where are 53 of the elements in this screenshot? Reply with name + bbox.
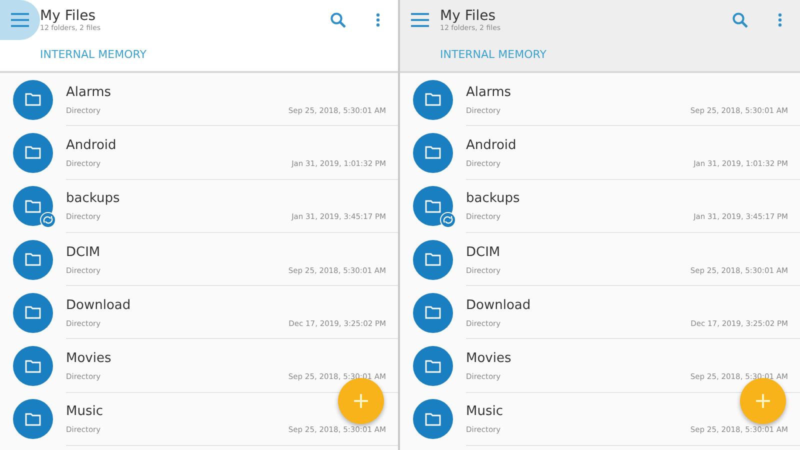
- folder-icon: [425, 253, 441, 266]
- folder-avatar[interactable]: [413, 292, 453, 333]
- folder-name[interactable]: Alarms: [466, 84, 512, 102]
- folder-name[interactable]: Download: [66, 296, 131, 315]
- app-title: My Files: [440, 8, 497, 24]
- folder-icon: [425, 93, 441, 106]
- folder-icon: [425, 412, 441, 426]
- folder-avatar[interactable]: [413, 240, 453, 280]
- folder-avatar[interactable]: [13, 80, 53, 120]
- folder-avatar[interactable]: [413, 186, 453, 226]
- more-icon: [376, 13, 380, 27]
- folder-name[interactable]: Alarms: [66, 84, 112, 102]
- folder-name[interactable]: Movies: [66, 350, 112, 368]
- folder-name[interactable]: Android: [66, 136, 116, 155]
- menu-button[interactable]: [0, 0, 40, 40]
- folder-avatar[interactable]: [413, 80, 453, 120]
- folder-icon: [25, 146, 41, 160]
- search-icon: [732, 12, 748, 28]
- folder-icon: [425, 200, 441, 213]
- folder-icon: [25, 93, 41, 106]
- folder-avatar[interactable]: [13, 240, 53, 280]
- menu-icon: [11, 13, 29, 27]
- plus-icon: [755, 393, 771, 409]
- more-icon: [778, 13, 782, 27]
- app-title: My Files: [40, 8, 97, 24]
- folder-avatar[interactable]: [413, 346, 453, 386]
- folder-avatar[interactable]: [413, 132, 453, 173]
- folder-icon: [425, 146, 441, 160]
- folder-name[interactable]: DCIM: [466, 244, 500, 262]
- folder-icon: [425, 360, 441, 373]
- folder-icon: [425, 306, 441, 320]
- folder-icon: [25, 306, 41, 320]
- folder-name[interactable]: Movies: [466, 350, 512, 368]
- folder-icon: [25, 412, 41, 426]
- search-icon: [330, 12, 346, 28]
- folder-name[interactable]: backups: [466, 190, 520, 208]
- folder-avatar[interactable]: [13, 399, 53, 440]
- folder-avatar[interactable]: [13, 132, 53, 173]
- folder-name[interactable]: DCIM: [66, 244, 100, 262]
- folder-icon: [25, 360, 41, 373]
- folder-icon: [25, 253, 41, 266]
- folder-icon: [25, 200, 41, 213]
- folder-name[interactable]: Android: [466, 136, 516, 155]
- folder-name[interactable]: backups: [66, 190, 120, 208]
- folder-name[interactable]: Download: [466, 296, 531, 315]
- folder-avatar[interactable]: [413, 399, 453, 440]
- folder-name[interactable]: Music: [66, 403, 103, 422]
- folder-name[interactable]: Music: [466, 403, 503, 422]
- folder-avatar[interactable]: [13, 292, 53, 333]
- folder-avatar[interactable]: [13, 346, 53, 386]
- plus-icon: [353, 393, 369, 409]
- folder-avatar[interactable]: [13, 186, 53, 226]
- menu-icon: [411, 13, 429, 27]
